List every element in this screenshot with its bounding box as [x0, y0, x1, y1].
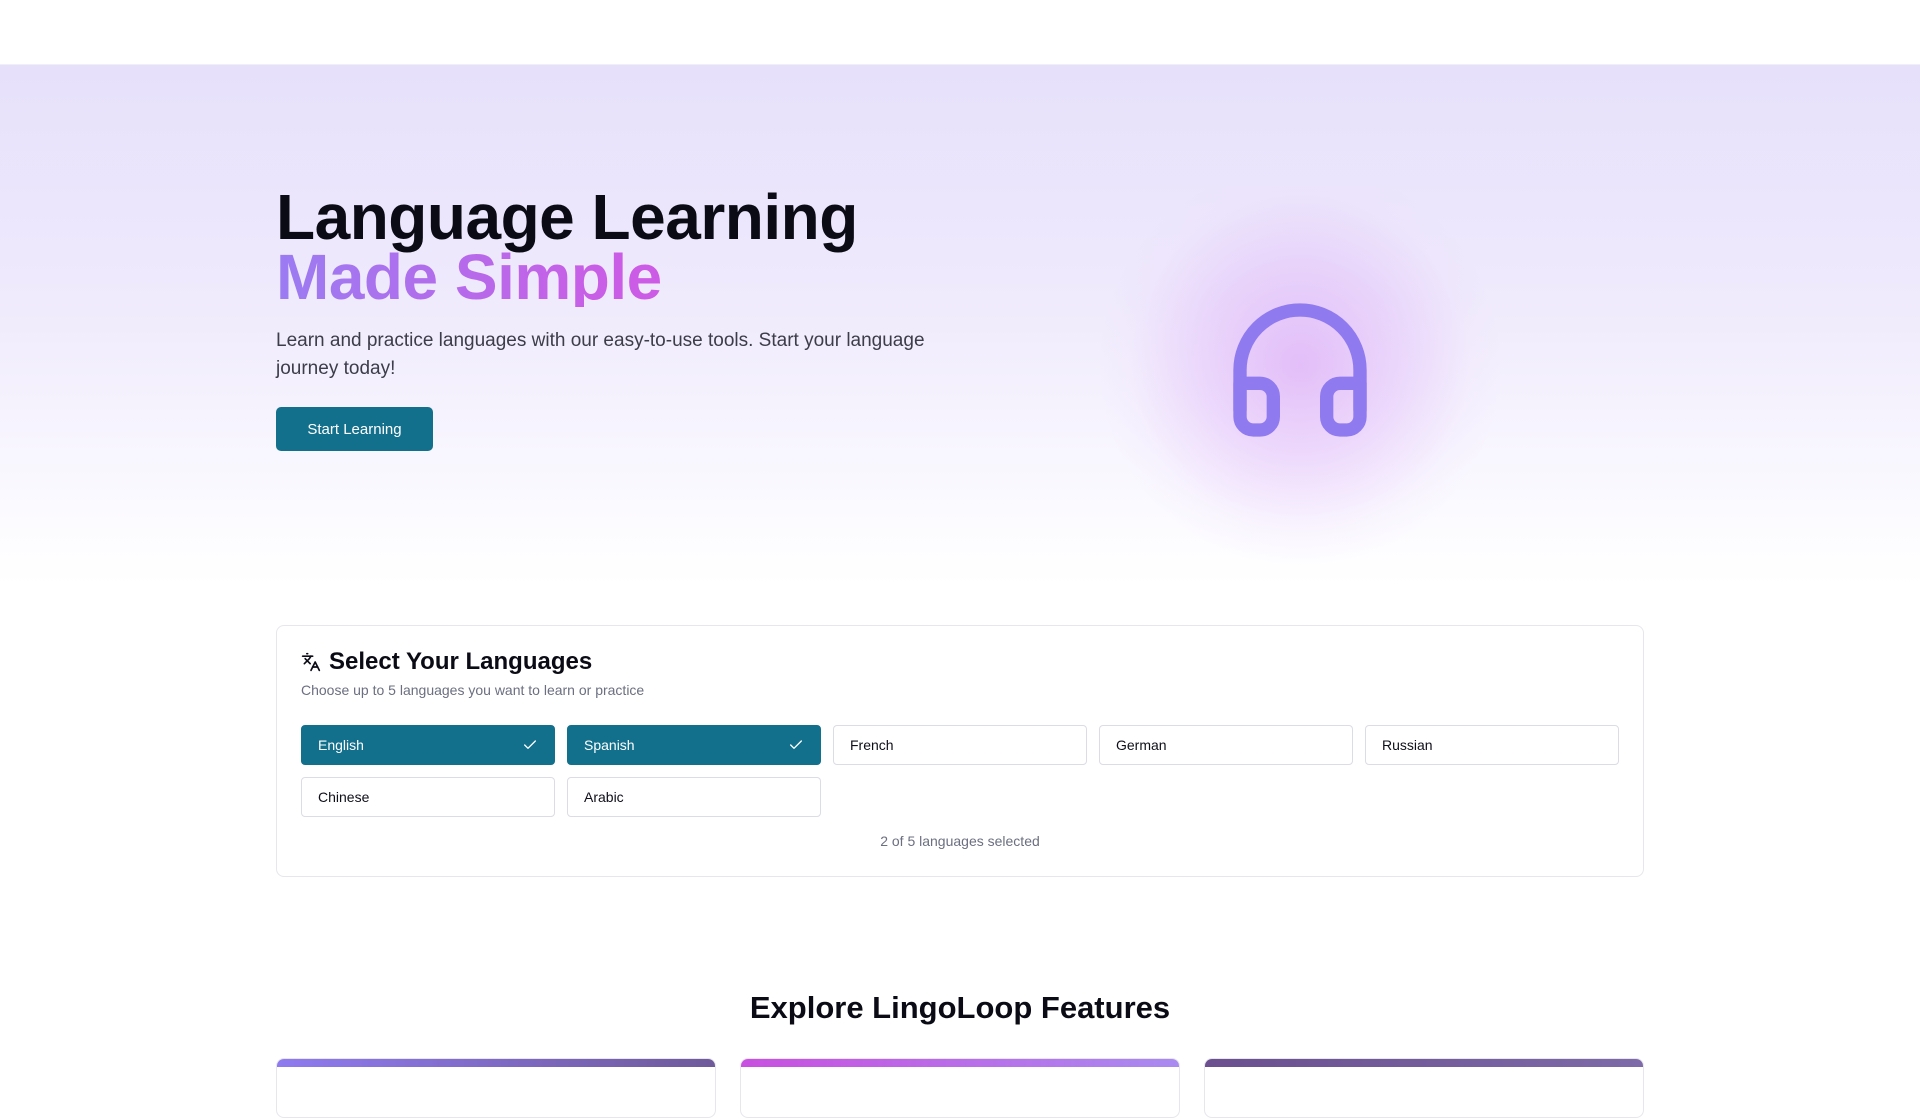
language-selector-header: Select Your Languages — [301, 648, 592, 676]
translate-icon — [301, 652, 321, 672]
language-option-label: French — [850, 737, 894, 753]
features-title: Explore LingoLoop Features — [749, 990, 1171, 1025]
hero-section: Language Learning Made Simple Learn and … — [0, 65, 1920, 585]
hero-subtitle: Learn and practice languages with our ea… — [276, 330, 925, 379]
language-option-arabic[interactable]: Arabic — [567, 777, 821, 817]
language-option-german[interactable]: German — [1099, 725, 1353, 765]
check-icon — [524, 740, 536, 749]
language-option-label: German — [1116, 737, 1167, 753]
language-option-spanish[interactable]: Spanish — [567, 725, 821, 765]
feature-card[interactable] — [276, 1058, 716, 1118]
feature-card-stripe — [277, 1059, 715, 1067]
language-selector-title: Select Your Languages — [329, 648, 593, 675]
language-option-label: Russian — [1382, 737, 1433, 753]
language-option-french[interactable]: French — [833, 725, 1087, 765]
hero-title: Language Learning Made Simple — [276, 181, 858, 309]
language-option-english[interactable]: English — [301, 725, 555, 765]
language-options-grid: English Spanish French German Russian Ch… — [301, 725, 1619, 817]
hero-title-line1: Language Learning — [276, 181, 858, 253]
language-option-chinese[interactable]: Chinese — [301, 777, 555, 817]
feature-card-stripe — [1205, 1059, 1643, 1067]
language-selection-status: 2 of 5 languages selected — [880, 833, 1040, 849]
language-option-label: Chinese — [318, 789, 370, 805]
feature-card[interactable] — [1204, 1058, 1644, 1118]
hero-title-line2: Made Simple — [276, 245, 858, 309]
check-icon — [790, 740, 802, 749]
language-selector-card: Select Your Languages Choose up to 5 lan… — [276, 625, 1644, 877]
language-option-label: Spanish — [584, 737, 635, 753]
hero-illustration — [1100, 165, 1500, 565]
language-selector-description: Choose up to 5 languages you want to lea… — [301, 682, 645, 698]
language-option-label: Arabic — [584, 789, 624, 805]
feature-card-stripe — [741, 1059, 1179, 1067]
language-option-label: English — [318, 737, 364, 753]
start-learning-button[interactable]: Start Learning — [276, 407, 433, 451]
headphones-icon — [1233, 303, 1367, 437]
feature-card[interactable] — [740, 1058, 1180, 1118]
language-option-russian[interactable]: Russian — [1365, 725, 1619, 765]
top-navbar — [0, 0, 1920, 65]
